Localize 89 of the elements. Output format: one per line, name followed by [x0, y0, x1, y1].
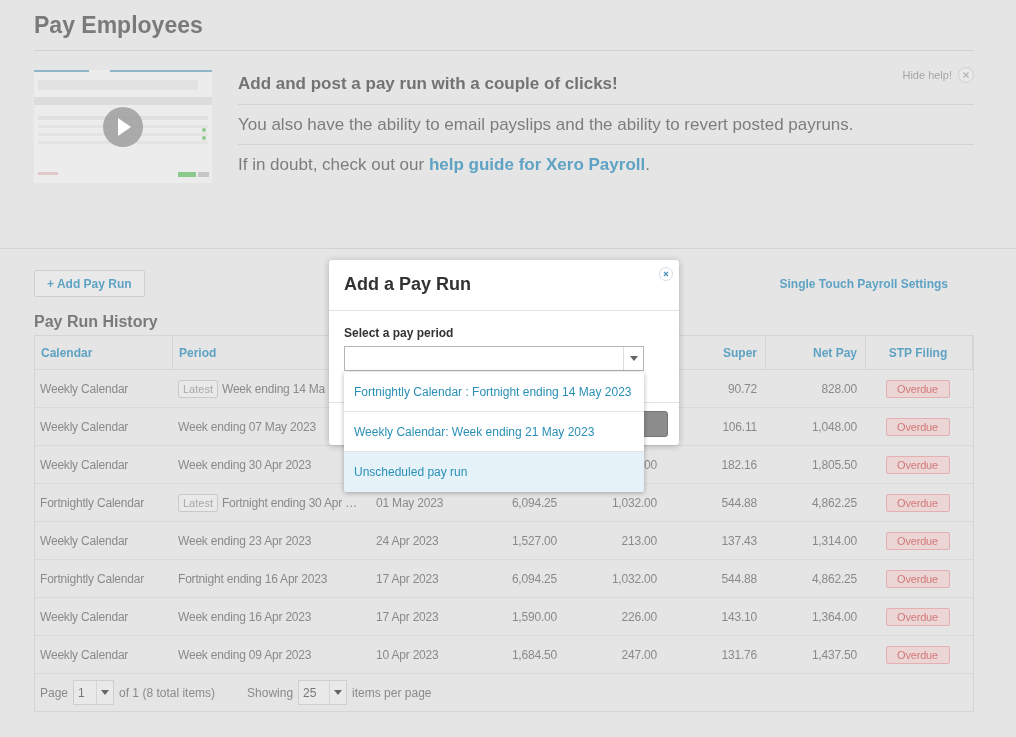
section-title: Pay Run History [34, 312, 158, 332]
latest-badge: Latest [178, 493, 218, 512]
caret-icon [629, 356, 638, 361]
column-header[interactable]: Net Pay [812, 345, 857, 360]
close-icon[interactable] [659, 267, 673, 281]
table-cell: Weekly Calendar [40, 533, 129, 548]
per-page-select[interactable]: 25 [298, 680, 348, 705]
table-cell: 1,048.00 [811, 419, 857, 434]
settings-link[interactable]: Single Touch Payroll Settings [779, 276, 948, 291]
status-badge: Overdue [885, 417, 950, 436]
table-cell: 10 Apr 2023 [376, 647, 439, 662]
table-cell: 1,314.00 [811, 533, 857, 548]
column-header[interactable]: Super [723, 345, 757, 360]
caret-icon [334, 690, 343, 695]
table-cell: Week ending 30 Apr 2023 [178, 457, 312, 472]
hide-help-link[interactable]: Hide help! [902, 69, 952, 81]
table-cell: 226.00 [621, 609, 657, 624]
table-cell: 1,032.00 [611, 571, 657, 586]
table-cell: 4,862.25 [811, 571, 857, 586]
table-cell: 6,094.25 [511, 495, 557, 510]
table-cell: 17 Apr 2023 [376, 609, 439, 624]
table-cell: 4,862.25 [811, 495, 857, 510]
pager-text: of 1 (8 total items) [119, 685, 216, 700]
table-cell: 1,437.50 [811, 647, 857, 662]
help-headline: Add and post a pay run with a couple of clicks! [238, 73, 618, 95]
table-cell: 17 Apr 2023 [376, 571, 439, 586]
table-cell: 106.11 [722, 419, 757, 434]
table-cell: Fortnight ending 30 Apr … [221, 495, 358, 510]
page-select[interactable]: 1 [73, 680, 115, 705]
table-cell: 1,805.50 [811, 457, 857, 472]
status-badge: Overdue [885, 569, 950, 588]
table-cell: 90.72 [727, 381, 757, 396]
status-badge: Overdue [885, 493, 950, 512]
caret-icon [101, 690, 110, 695]
status-badge: Overdue [885, 379, 950, 398]
table-cell: Weekly Calendar [40, 381, 129, 396]
table-cell: Week ending 23 Apr 2023 [178, 533, 312, 548]
table-cell: Fortnightly Calendar [40, 571, 145, 586]
table-cell: 1,590.00 [511, 609, 557, 624]
pager-label: Showing [247, 685, 294, 700]
table-cell: Week ending 16 Apr 2023 [178, 609, 312, 624]
page-title: Pay Employees [34, 10, 974, 51]
table-cell: 24 Apr 2023 [376, 533, 439, 548]
table-cell: 6,094.25 [511, 571, 557, 586]
table-cell: Weekly Calendar [40, 419, 129, 434]
table-cell: 247.00 [621, 647, 657, 662]
close-icon[interactable] [958, 67, 974, 83]
pay-period-select[interactable] [344, 346, 644, 371]
table-cell: 1,364.00 [811, 609, 857, 624]
latest-badge: Latest [178, 379, 218, 398]
column-header[interactable]: STP Filing [888, 345, 948, 360]
table-cell: 544.88 [721, 571, 757, 586]
dropdown-option[interactable]: Unscheduled pay run [344, 452, 644, 492]
table-cell: 544.88 [721, 495, 757, 510]
table-cell: 1,032.00 [611, 495, 657, 510]
status-badge: Overdue [885, 531, 950, 550]
table-cell: 143.10 [721, 609, 757, 624]
table-cell: Week ending 14 Ma [221, 381, 326, 396]
table-cell: 182.16 [721, 457, 757, 472]
table-cell: 00 [644, 457, 657, 472]
status-badge: Overdue [885, 455, 950, 474]
add-pay-run-button[interactable]: + Add Pay Run [34, 270, 145, 297]
help-guide-link[interactable]: help guide for Xero Payroll [428, 155, 646, 174]
dialog-title: Add a Pay Run [344, 274, 472, 294]
table-cell: 828.00 [821, 381, 857, 396]
play-icon[interactable] [103, 107, 143, 147]
dropdown-option[interactable]: Fortnightly Calendar : Fortnight ending 14 May 2023 [344, 372, 644, 412]
table-cell: 01 May 2023 [376, 495, 444, 510]
table-cell: Weekly Calendar [40, 457, 129, 472]
table-cell: Fortnight ending 16 Apr 2023 [178, 571, 328, 586]
pager-text: items per page [352, 685, 432, 700]
status-badge: Overdue [885, 607, 950, 626]
status-badge: Overdue [885, 645, 950, 664]
column-header[interactable]: Period [179, 345, 217, 360]
table-cell: Fortnightly Calendar [40, 495, 145, 510]
table-cell: 137.43 [721, 533, 757, 548]
help-text: If in doubt, check out our help guide for Xero Payroll. [238, 154, 651, 176]
table-cell: 213.00 [621, 533, 657, 548]
field-label: Select a pay period [343, 325, 455, 342]
help-text: You also have the ability to email payslips and the ability to revert posted payruns. [238, 105, 974, 145]
table-cell: Week ending 09 Apr 2023 [178, 647, 312, 662]
table-cell: 1,684.50 [511, 647, 557, 662]
table-cell: Weekly Calendar [40, 647, 129, 662]
table-cell: Weekly Calendar [40, 609, 129, 624]
table-cell: Week ending 07 May 2023 [178, 419, 316, 434]
table-cell: 131.76 [721, 647, 757, 662]
column-header[interactable]: Calendar [41, 345, 93, 360]
table-cell: 1,527.00 [511, 533, 557, 548]
pager-label: Page [40, 685, 69, 700]
